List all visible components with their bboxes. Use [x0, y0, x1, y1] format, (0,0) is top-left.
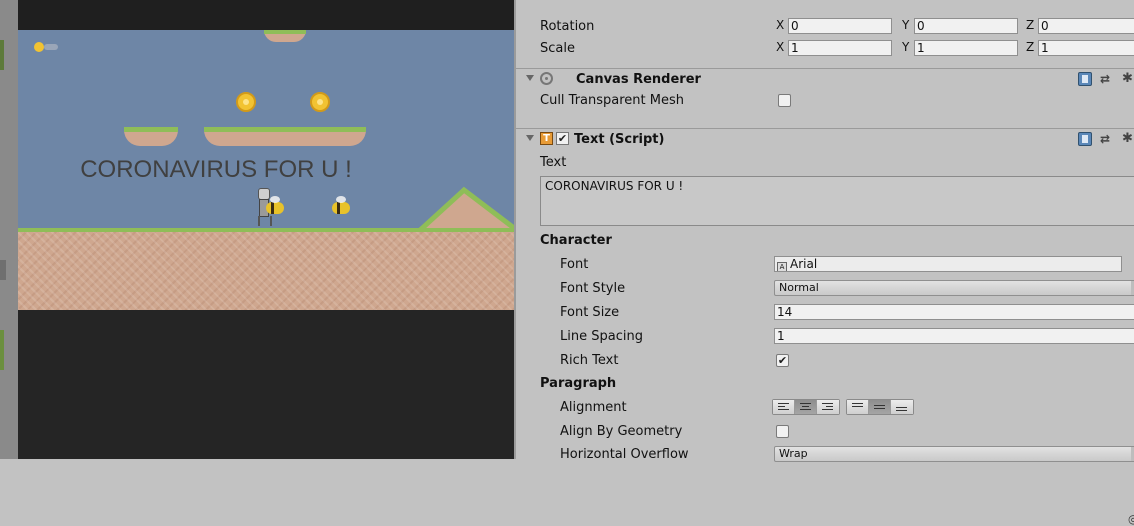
paragraph-section-header: Paragraph: [540, 376, 617, 391]
character-header-row: Character: [516, 230, 1134, 252]
line-spacing-field[interactable]: 1: [774, 328, 1134, 344]
axis-x-label: X: [776, 18, 785, 32]
text-label: Text: [540, 155, 567, 170]
floating-platform: [264, 30, 306, 42]
scene-fragment: [0, 260, 6, 280]
text-script-title: Text (Script): [574, 132, 665, 147]
horizontal-alignment-group: [772, 399, 840, 415]
vertical-alignment-group: [846, 399, 914, 415]
font-row: Font A Arial ◎: [516, 254, 1134, 526]
align-bottom-button[interactable]: [891, 400, 913, 414]
text-label-row: Text: [516, 152, 1134, 174]
cull-transparent-row: Cull Transparent Mesh: [516, 90, 1134, 112]
game-view[interactable]: CORONAVIRUS FOR U !: [18, 0, 514, 459]
game-ui-text: CORONAVIRUS FOR U !: [80, 156, 352, 183]
text-script-header[interactable]: T ✔ Text (Script) ⇄ ✱: [516, 128, 1134, 151]
foldout-arrow-icon[interactable]: [526, 135, 534, 141]
game-view-empty-area: [18, 310, 514, 459]
font-asset-icon: A: [777, 262, 787, 271]
font-style-value: Normal: [779, 281, 819, 294]
left-strip: [0, 0, 18, 459]
horizontal-overflow-row: Horizontal Overflow Wrap: [516, 444, 1134, 466]
line-spacing-row: Line Spacing 1: [516, 326, 1134, 348]
cull-transparent-checkbox[interactable]: [778, 94, 791, 107]
horizontal-overflow-value: Wrap: [779, 447, 808, 460]
axis-y-label: Y: [902, 40, 910, 54]
object-picker-icon[interactable]: ◎: [1128, 512, 1134, 526]
help-book-icon[interactable]: [1078, 132, 1092, 146]
floating-platform: [204, 127, 366, 146]
font-value: Arial: [790, 257, 818, 271]
rotation-y-field[interactable]: 0: [914, 18, 1018, 34]
rich-text-checkbox[interactable]: ✔: [776, 354, 789, 367]
cull-transparent-label: Cull Transparent Mesh: [540, 93, 684, 108]
foldout-arrow-icon[interactable]: [526, 75, 534, 81]
rotation-label: Rotation: [540, 19, 595, 34]
gear-icon[interactable]: ✱: [1122, 72, 1134, 86]
character-section-header: Character: [540, 233, 612, 248]
scale-x-field[interactable]: 1: [788, 40, 892, 56]
rich-text-row: Rich Text ✔: [516, 350, 1134, 372]
inspector-panel: Rotation X 0 Y 0 Z 0 Scale X 1 Y 1 Z 1 C…: [514, 0, 1134, 526]
alignment-label: Alignment: [560, 400, 627, 415]
rich-text-label: Rich Text: [560, 353, 619, 368]
canvas-renderer-title: Canvas Renderer: [576, 72, 701, 87]
align-top-button[interactable]: [847, 400, 869, 414]
gear-icon[interactable]: ✱: [1122, 132, 1134, 146]
font-size-field[interactable]: 14: [774, 304, 1134, 320]
scale-row: Scale X 1 Y 1 Z 1: [516, 38, 1134, 60]
scale-z-field[interactable]: 1: [1038, 40, 1134, 56]
align-middle-button[interactable]: [869, 400, 891, 414]
hud-coin-icon: [34, 42, 44, 52]
align-left-button[interactable]: [773, 400, 795, 414]
bee-enemy: [332, 196, 350, 214]
axis-z-label: Z: [1026, 18, 1035, 32]
font-style-label: Font Style: [560, 281, 626, 296]
scene-fragment: [0, 40, 4, 70]
font-size-label: Font Size: [560, 305, 620, 320]
align-right-button[interactable]: [817, 400, 839, 414]
scene-fragment: [0, 330, 4, 370]
paragraph-header-row: Paragraph: [516, 373, 1134, 395]
rotation-z-field[interactable]: 0: [1038, 18, 1134, 34]
font-object-field[interactable]: A Arial: [774, 256, 1122, 272]
font-label: Font: [560, 257, 589, 272]
font-size-row: Font Size 14: [516, 302, 1134, 324]
align-by-geometry-row: Align By Geometry: [516, 421, 1134, 443]
preset-icon[interactable]: ⇄: [1100, 72, 1114, 86]
floating-platform: [124, 127, 178, 146]
font-style-dropdown[interactable]: Normal: [774, 280, 1134, 296]
scale-label: Scale: [540, 41, 575, 56]
help-book-icon[interactable]: [1078, 72, 1092, 86]
align-by-geometry-checkbox[interactable]: [776, 425, 789, 438]
coin-icon: [310, 92, 330, 112]
axis-y-label: Y: [902, 18, 910, 32]
bee-enemy: [266, 196, 284, 214]
axis-z-label: Z: [1026, 40, 1035, 54]
ground-terrain: [18, 232, 514, 310]
horizontal-overflow-dropdown[interactable]: Wrap: [774, 446, 1134, 462]
axis-x-label: X: [776, 40, 785, 54]
font-style-row: Font Style Normal: [516, 278, 1134, 300]
rotation-row: Rotation X 0 Y 0 Z 0: [516, 16, 1134, 38]
text-component-icon: T: [540, 132, 553, 145]
rotation-x-field[interactable]: 0: [788, 18, 892, 34]
hud-counter-bar: [44, 44, 58, 50]
canvas-renderer-icon: [540, 72, 553, 85]
game-view-top-bar: [18, 0, 514, 30]
align-by-geometry-label: Align By Geometry: [560, 424, 683, 439]
horizontal-overflow-label: Horizontal Overflow: [560, 447, 689, 462]
align-center-button[interactable]: [795, 400, 817, 414]
coin-icon: [236, 92, 256, 112]
canvas-renderer-header[interactable]: Canvas Renderer ⇄ ✱: [516, 68, 1134, 91]
preset-icon[interactable]: ⇄: [1100, 132, 1114, 146]
text-content-textarea[interactable]: CORONAVIRUS FOR U !: [540, 176, 1134, 226]
component-enabled-checkbox[interactable]: ✔: [556, 132, 569, 145]
scale-y-field[interactable]: 1: [914, 40, 1018, 56]
line-spacing-label: Line Spacing: [560, 329, 643, 344]
